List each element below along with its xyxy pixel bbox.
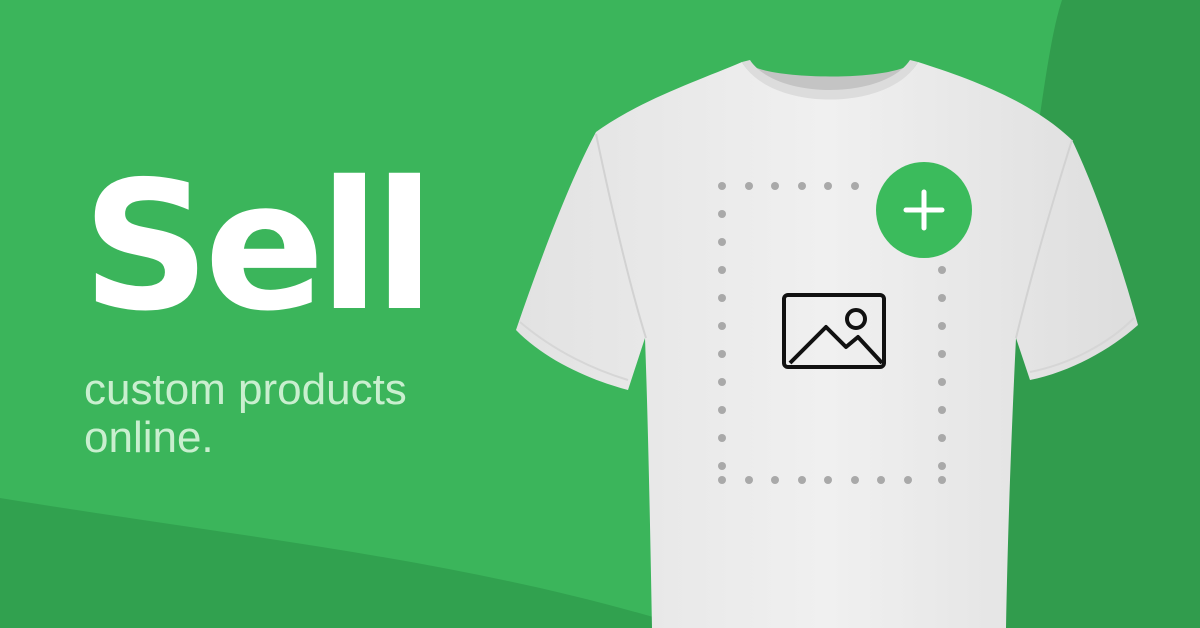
subline: custom products online. bbox=[84, 365, 407, 462]
headline: Sell bbox=[82, 143, 435, 350]
tshirt-image bbox=[516, 60, 1138, 628]
plus-icon bbox=[903, 189, 945, 231]
banner: Sell custom products online. bbox=[0, 0, 1200, 628]
tshirt-body bbox=[516, 62, 1138, 628]
add-design-button[interactable] bbox=[876, 162, 972, 258]
